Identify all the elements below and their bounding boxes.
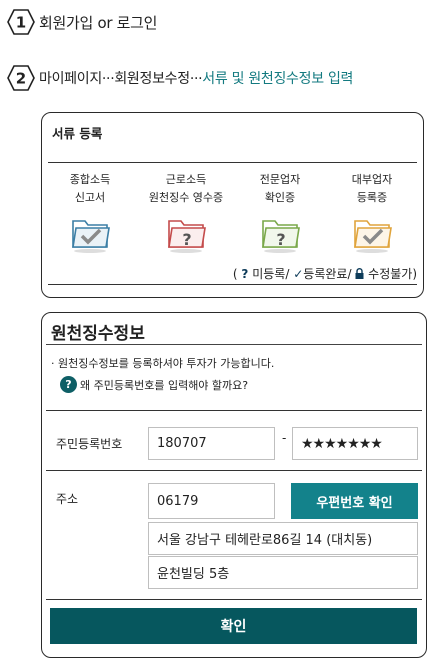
document-comprehensive-income-report[interactable]: 종합소득 신고서 [42, 171, 138, 259]
step-2-path: 마이페이지···회원정보수정··· [39, 71, 203, 87]
svg-text:2: 2 [16, 70, 26, 88]
document-professional-lender-certificate[interactable]: 전문업자 확인증 ? [232, 171, 328, 259]
document-label: 대부업자 등록증 [351, 173, 393, 204]
document-label: 종합소득 신고서 [69, 173, 111, 204]
withholding-info-panel: 원천징수정보 · 원천징수정보를 등록하셔야 투자가 가능합니다. ? 왜 주민… [41, 312, 427, 658]
question-folder-icon: ? [168, 220, 206, 253]
zipcode-input[interactable]: 06179 [148, 483, 275, 519]
svg-text:1: 1 [16, 14, 26, 32]
withholding-info-title: 원천징수정보 [51, 324, 145, 344]
legend-unregistered: 미등록/ [252, 267, 290, 281]
status-legend: ( ? 미등록/ ✓등록완료/ 수정불가) [232, 267, 417, 281]
rrn-label: 주민등록번호 [56, 437, 123, 451]
divider [46, 344, 422, 345]
step-2-text: 마이페이지···회원정보수정···서류 및 원천징수정보 입력 [39, 68, 353, 88]
step-2: 2 마이페이지···회원정보수정···서류 및 원천징수정보 입력 [6, 64, 353, 92]
rrn-separator: - [282, 431, 287, 445]
legend-locked: 수정불가) [368, 267, 417, 281]
document-registration-panel: 서류 등록 종합소득신고서 근로소득원천징수 영수증 ? 전문업자확인증 [41, 112, 424, 298]
rrn-help-text: 왜 주민등록번호를 입력해야 할까요? [80, 378, 249, 392]
check-folder-icon [72, 220, 110, 253]
legend-registered: 등록완료/ [303, 267, 352, 281]
document-earned-income-withholding-receipt[interactable]: 근로소득 원천징수 영수증 ? [138, 171, 234, 259]
svg-text:?: ? [276, 230, 285, 249]
address-line1-input[interactable]: 서울 강남구 테헤란로86길 14 (대치동) [148, 522, 418, 555]
divider [46, 410, 422, 411]
divider [48, 284, 417, 285]
step-2-badge: 2 [7, 65, 35, 91]
notice-text: · 원천징수정보를 등록하셔야 투자가 가능합니다. [51, 357, 275, 370]
check-folder-icon [354, 220, 392, 253]
document-registration-title: 서류 등록 [52, 126, 103, 141]
address-line2-input[interactable]: 윤천빌딩 5층 [148, 556, 418, 589]
check-icon: ✓ [293, 267, 304, 281]
help-icon: ? [60, 376, 77, 393]
rrn-help-link[interactable]: ? 왜 주민등록번호를 입력해야 할까요? [60, 376, 248, 393]
step-1-badge: 1 [7, 9, 35, 35]
step-2-current: 서류 및 원천징수정보 입력 [202, 71, 354, 87]
question-folder-icon: ? [262, 220, 300, 253]
rrn-front-input[interactable]: 180707 [148, 427, 275, 460]
step-1-text: 회원가입 or 로그인 [39, 13, 158, 32]
divider [46, 470, 422, 471]
document-label: 근로소득 원천징수 영수증 [148, 173, 224, 204]
lock-icon [355, 268, 364, 279]
confirm-button[interactable]: 확인 [50, 608, 417, 644]
zipcode-check-button[interactable]: 우편번호 확인 [291, 483, 418, 519]
document-label: 전문업자 확인증 [259, 173, 301, 204]
step-1: 1 회원가입 or 로그인 [6, 8, 157, 36]
divider [46, 599, 422, 600]
svg-text:?: ? [182, 230, 191, 249]
rrn-back-input[interactable]: ★★★★★★★ [292, 427, 418, 460]
document-lender-registration-certificate[interactable]: 대부업자 등록증 [324, 171, 420, 259]
divider [48, 162, 417, 163]
question-icon: ? [241, 267, 249, 281]
address-label: 주소 [56, 492, 79, 506]
